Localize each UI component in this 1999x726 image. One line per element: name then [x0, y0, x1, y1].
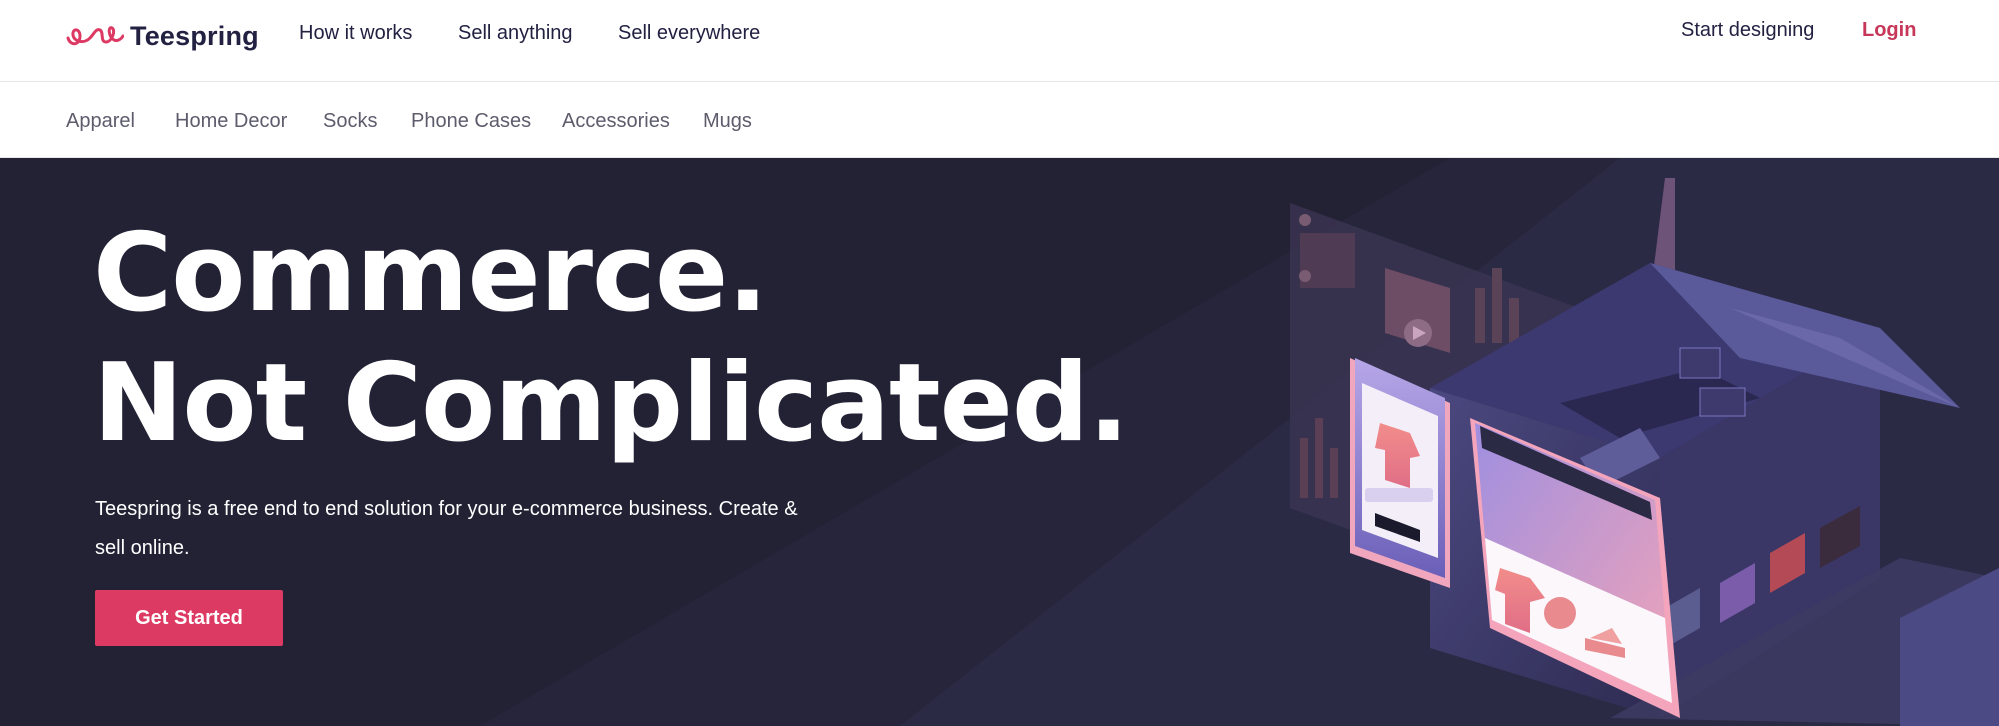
category-phone-cases[interactable]: Phone Cases	[411, 110, 531, 133]
nav-sell-anything[interactable]: Sell anything	[458, 22, 573, 45]
teespring-logo[interactable]: Teespring	[66, 18, 259, 54]
hero-headline-line1: Commerce.	[93, 211, 768, 336]
category-apparel[interactable]: Apparel	[66, 110, 135, 133]
hero-headline-line2: Not Complicated.	[93, 341, 1129, 466]
nav-how-it-works[interactable]: How it works	[299, 22, 412, 45]
get-started-button[interactable]: Get Started	[95, 590, 283, 646]
category-accessories[interactable]: Accessories	[562, 110, 670, 133]
nav-sell-everywhere[interactable]: Sell everywhere	[618, 22, 760, 45]
category-bar: Apparel Home Decor Socks Phone Cases Acc…	[0, 82, 1999, 158]
top-navigation: Teespring How it works Sell anything Sel…	[0, 0, 1999, 82]
category-home-decor[interactable]: Home Decor	[175, 110, 287, 133]
hero-subtitle: Teespring is a free end to end solution …	[95, 498, 798, 559]
hero-section: Commerce. Not Complicated. Teespring is …	[0, 158, 1999, 726]
category-socks[interactable]: Socks	[323, 110, 377, 133]
teespring-logo-icon	[66, 26, 124, 46]
logo-wordmark: Teespring	[130, 20, 259, 51]
start-designing-link[interactable]: Start designing	[1681, 19, 1814, 42]
login-link[interactable]: Login	[1862, 19, 1916, 42]
category-mugs[interactable]: Mugs	[703, 110, 752, 133]
